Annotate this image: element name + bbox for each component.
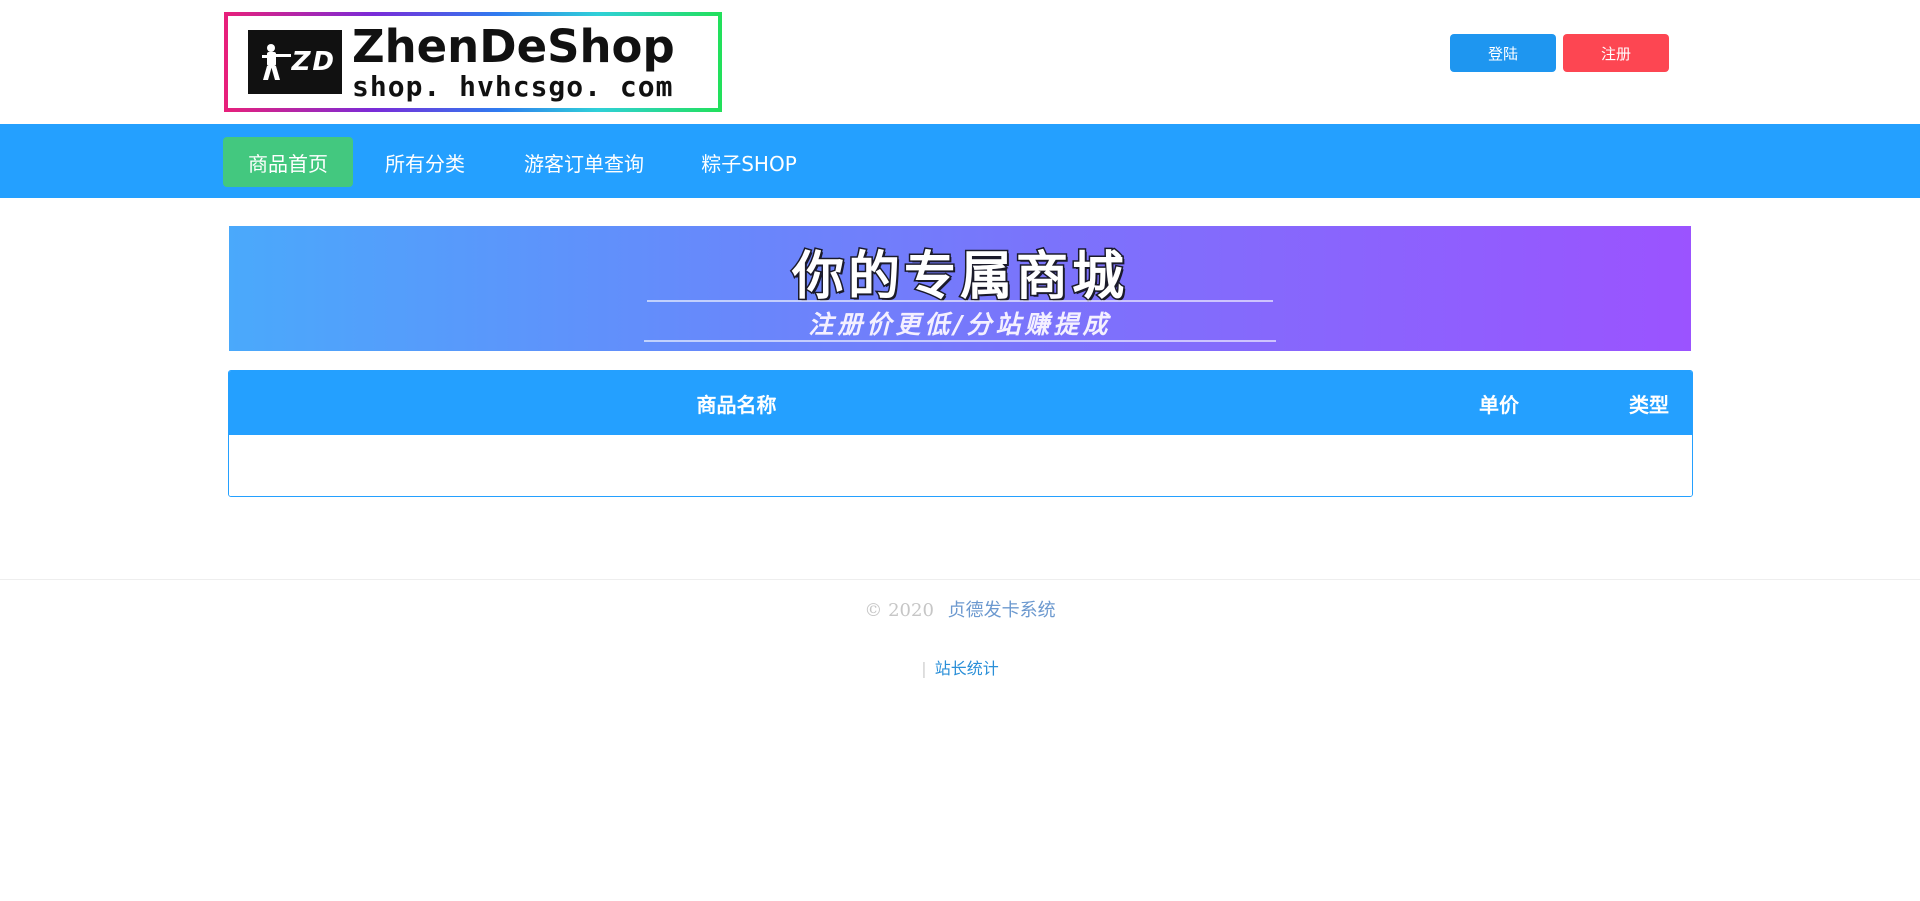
column-header-price: 单价 xyxy=(1479,392,1519,417)
site-logo[interactable]: ZD ZhenDeShop shop. hvhcsgo. com xyxy=(224,12,722,112)
nav-item-zongzi-shop[interactable]: 粽子SHOP xyxy=(684,137,814,187)
logo-subtitle: shop. hvhcsgo. com xyxy=(352,69,674,103)
footer-separator: | xyxy=(921,659,927,678)
banner-subtitle: 注册价更低/分站赚提成 xyxy=(808,310,1112,339)
column-header-type: 类型 xyxy=(1629,392,1669,417)
table-header: 商品名称 单价 类型 操作 xyxy=(229,371,1692,435)
logo-mark-text: ZD xyxy=(291,47,336,77)
product-table: 商品名称 单价 类型 操作 xyxy=(228,370,1693,497)
footer-brand-link[interactable]: 贞德发卡系统 xyxy=(948,600,1056,621)
copyright-year: 2020 xyxy=(888,600,934,621)
banner-divider-top xyxy=(647,300,1273,302)
nav-item-home[interactable]: 商品首页 xyxy=(223,137,353,187)
column-header-product-name: 商品名称 xyxy=(696,392,777,417)
copyright-symbol: © xyxy=(864,600,883,621)
footer-stats: | 站长统计 xyxy=(0,655,1920,679)
logo-text: ZhenDeShop shop. hvhcsgo. com xyxy=(352,24,675,101)
banner-title: 你的专属商城 xyxy=(790,246,1128,309)
banner-divider-bottom xyxy=(644,340,1276,342)
soldier-icon xyxy=(262,44,291,80)
promo-banner[interactable]: 你的专属商城 注册价更低/分站赚提成 xyxy=(229,226,1691,351)
logo-title: ZhenDeShop xyxy=(352,19,675,73)
register-button[interactable]: 注册 xyxy=(1563,34,1669,72)
nav-item-categories[interactable]: 所有分类 xyxy=(366,137,484,187)
table-body xyxy=(229,435,1692,496)
site-header: ZD ZhenDeShop shop. hvhcsgo. com 登陆 注册 xyxy=(0,0,1920,124)
logo-mark: ZD xyxy=(248,30,342,94)
site-stats-link[interactable]: 站长统计 xyxy=(935,659,999,678)
login-button[interactable]: 登陆 xyxy=(1450,34,1556,72)
footer-copyright: © 2020 贞德发卡系统 xyxy=(0,596,1920,622)
footer-divider xyxy=(0,579,1920,580)
main-nav: 商品首页 所有分类 游客订单查询 粽子SHOP xyxy=(0,124,1920,198)
nav-item-guest-order-lookup[interactable]: 游客订单查询 xyxy=(510,137,658,187)
